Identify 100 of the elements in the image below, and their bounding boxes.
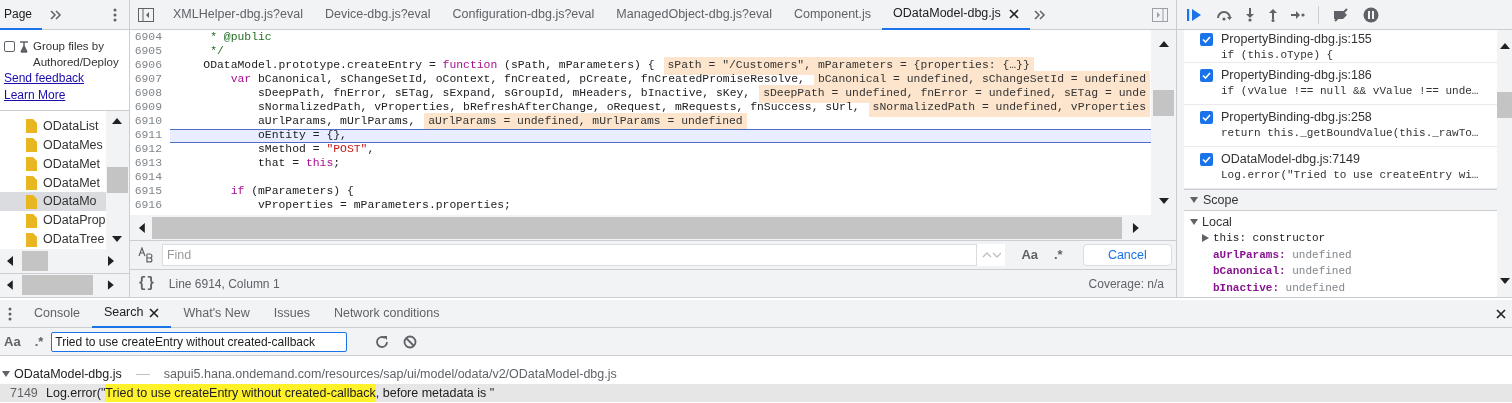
scroll-thumb[interactable]: [21, 275, 94, 296]
find-field[interactable]: Find: [161, 244, 978, 266]
clear-icon[interactable]: [403, 334, 418, 349]
more-options-icon[interactable]: [113, 7, 117, 22]
search-result-group[interactable]: ODataModel-dbg.js sapui5.hana.ondemand.com/resources/sap/ui/model/odata/v2/ODataModel-dbg.js: [0, 366, 1512, 382]
file-tab[interactable]: Component.js: [782, 0, 883, 30]
close-icon[interactable]: [1008, 8, 1019, 19]
line-number: 6912: [133, 142, 163, 158]
line-number: 6910: [133, 114, 163, 130]
resume-icon[interactable]: [1187, 7, 1203, 22]
file-tab[interactable]: Device-dbg.js?eval: [313, 0, 442, 30]
file-tree-item[interactable]: ODataMet: [0, 154, 106, 174]
line-number: 6906: [133, 58, 163, 74]
checkbox-label: Group files by Authored/Deploy: [33, 39, 120, 70]
refresh-icon[interactable]: [375, 334, 390, 349]
drawer-tab[interactable]: Console: [22, 299, 92, 328]
more-options-icon[interactable]: [8, 306, 12, 321]
drawer-tab[interactable]: Network conditions: [321, 299, 452, 328]
file-icon: [26, 194, 37, 209]
scroll-thumb[interactable]: [22, 250, 48, 271]
scope-variable: aUrlParams: undefined: [1213, 247, 1352, 263]
search-field[interactable]: Tried to use createEntry without created-callback: [51, 331, 348, 352]
scrollbar[interactable]: [0, 273, 129, 297]
code-line: */: [209, 44, 224, 60]
link[interactable]: Send feedback: [4, 71, 85, 85]
checkbox[interactable]: [1200, 153, 1213, 166]
file-tab[interactable]: ODataModel-dbg.js: [882, 0, 1030, 30]
line-number: 6907: [133, 72, 163, 88]
code-line: vProperties = mParameters.properties;: [257, 198, 511, 214]
more-tabs-icon[interactable]: [50, 9, 62, 20]
code-line: sMethod = "POST",: [257, 142, 375, 158]
scroll-left-icon[interactable]: [4, 279, 16, 292]
scroll-thumb[interactable]: [1497, 92, 1512, 118]
expanded-arrow-icon[interactable]: [2, 370, 10, 378]
checkbox[interactable]: [4, 41, 15, 52]
code-line: sNormalizedPath, vProperties, bRefreshAfterChange, oRequest, mRequests, fnSuccess, sUrl,: [257, 100, 860, 116]
deactivate-breakpoints-icon[interactable]: [1332, 7, 1350, 22]
coverage-status: Coverage: n/a: [1088, 275, 1164, 293]
expanded-arrow-icon[interactable]: [1190, 196, 1198, 204]
breakpoint-code: Log.error("Tried to use createEntry wi…: [1221, 168, 1479, 183]
breakpoint-location[interactable]: PropertyBinding-dbg.js:186: [1221, 67, 1479, 83]
scrollbar[interactable]: [0, 249, 129, 273]
breakpoint-location[interactable]: PropertyBinding-dbg.js:155: [1221, 31, 1372, 47]
file-tab[interactable]: Configuration-dbg.js?eval: [441, 0, 606, 30]
scope-variable: bInactive: undefined: [1213, 280, 1346, 296]
match-case-toggle[interactable]: Aa: [4, 331, 21, 352]
file-icon: [26, 119, 37, 134]
scroll-thumb[interactable]: [106, 167, 128, 193]
file-icon: [26, 232, 37, 247]
scrollbar[interactable]: [1151, 30, 1176, 215]
close-icon[interactable]: [149, 307, 160, 318]
collapsed-arrow-icon[interactable]: [1202, 234, 1209, 243]
link[interactable]: Learn More: [4, 88, 66, 102]
code-line: sDeepPath, fnError, sETag, sExpand, sGroupId, mHeaders, bInactive, sKey,: [257, 86, 751, 102]
checkbox[interactable]: [1200, 33, 1213, 46]
expanded-arrow-icon[interactable]: [1190, 218, 1198, 226]
file-tree-item[interactable]: ODataMes: [0, 135, 106, 155]
regex-toggle[interactable]: .*: [1054, 245, 1063, 265]
drawer-tab[interactable]: Issues: [261, 299, 322, 328]
file-tree-item[interactable]: ODataTree: [0, 230, 106, 249]
breakpoint-location[interactable]: PropertyBinding-dbg.js:258: [1221, 109, 1479, 125]
replace-icon[interactable]: [138, 247, 154, 263]
sidebar-toggle-icon[interactable]: [138, 7, 154, 22]
cancel-button[interactable]: Cancel: [1082, 244, 1172, 266]
regex-toggle[interactable]: .*: [34, 331, 44, 352]
breakpoint-location[interactable]: ODataModel-dbg.js:7149: [1221, 151, 1479, 167]
section-header[interactable]: Scope: [1184, 189, 1497, 211]
file-icon: [26, 157, 37, 172]
drawer-tab[interactable]: What's New: [171, 299, 262, 328]
code-line: ODataModel.prototype.createEntry = function (sPath, mParameters) {: [202, 58, 655, 74]
scope-variable: bCanonical: undefined: [1213, 264, 1352, 279]
step-out-icon[interactable]: [1268, 7, 1278, 22]
checkbox[interactable]: [1200, 69, 1213, 82]
scope-variable[interactable]: this: constructor: [1213, 230, 1326, 247]
sidebar-toggle-icon[interactable]: [1152, 7, 1168, 22]
file-tab[interactable]: ManagedObject-dbg.js?eval: [605, 0, 783, 30]
step-icon[interactable]: [1291, 9, 1305, 20]
checkbox[interactable]: [1200, 111, 1213, 124]
close-icon[interactable]: [1496, 308, 1506, 319]
scrollbar[interactable]: [105, 111, 129, 250]
file-tab[interactable]: XMLHelper-dbg.js?eval: [162, 0, 314, 30]
pretty-print-button[interactable]: {}: [138, 273, 155, 294]
step-over-icon[interactable]: [1216, 8, 1232, 21]
inline-value: sNormalizedPath = undefined, vProperties: [868, 99, 1150, 117]
more-tabs-icon[interactable]: [1033, 9, 1046, 20]
file-tree-item[interactable]: ODataMo: [0, 192, 106, 212]
file-tree-item[interactable]: ODataProp: [0, 211, 106, 231]
pause-icon[interactable]: [1363, 6, 1379, 23]
tree-item[interactable]: Local: [1184, 214, 1497, 230]
match-case-toggle[interactable]: Aa: [1021, 245, 1038, 265]
line-number: 6909: [133, 100, 163, 116]
scroll-thumb[interactable]: [1153, 90, 1174, 116]
file-tree-item[interactable]: ODataList: [0, 117, 106, 136]
breakpoint-code: return this._getBoundValue(this._rawTo…: [1221, 126, 1479, 141]
line-number: 6908: [133, 86, 163, 102]
code-line: oEntity = {},: [257, 128, 347, 144]
breakpoint-code: if (vValue !== null && vValue !== unde…: [1221, 84, 1479, 99]
file-tree-item[interactable]: ODataMet: [0, 173, 106, 193]
step-into-icon[interactable]: [1245, 7, 1255, 22]
code-line: var bCanonical, sChangeSetId, oContext, fnCreated, pCreate, fnCreatedPromiseResolve,: [229, 72, 805, 88]
